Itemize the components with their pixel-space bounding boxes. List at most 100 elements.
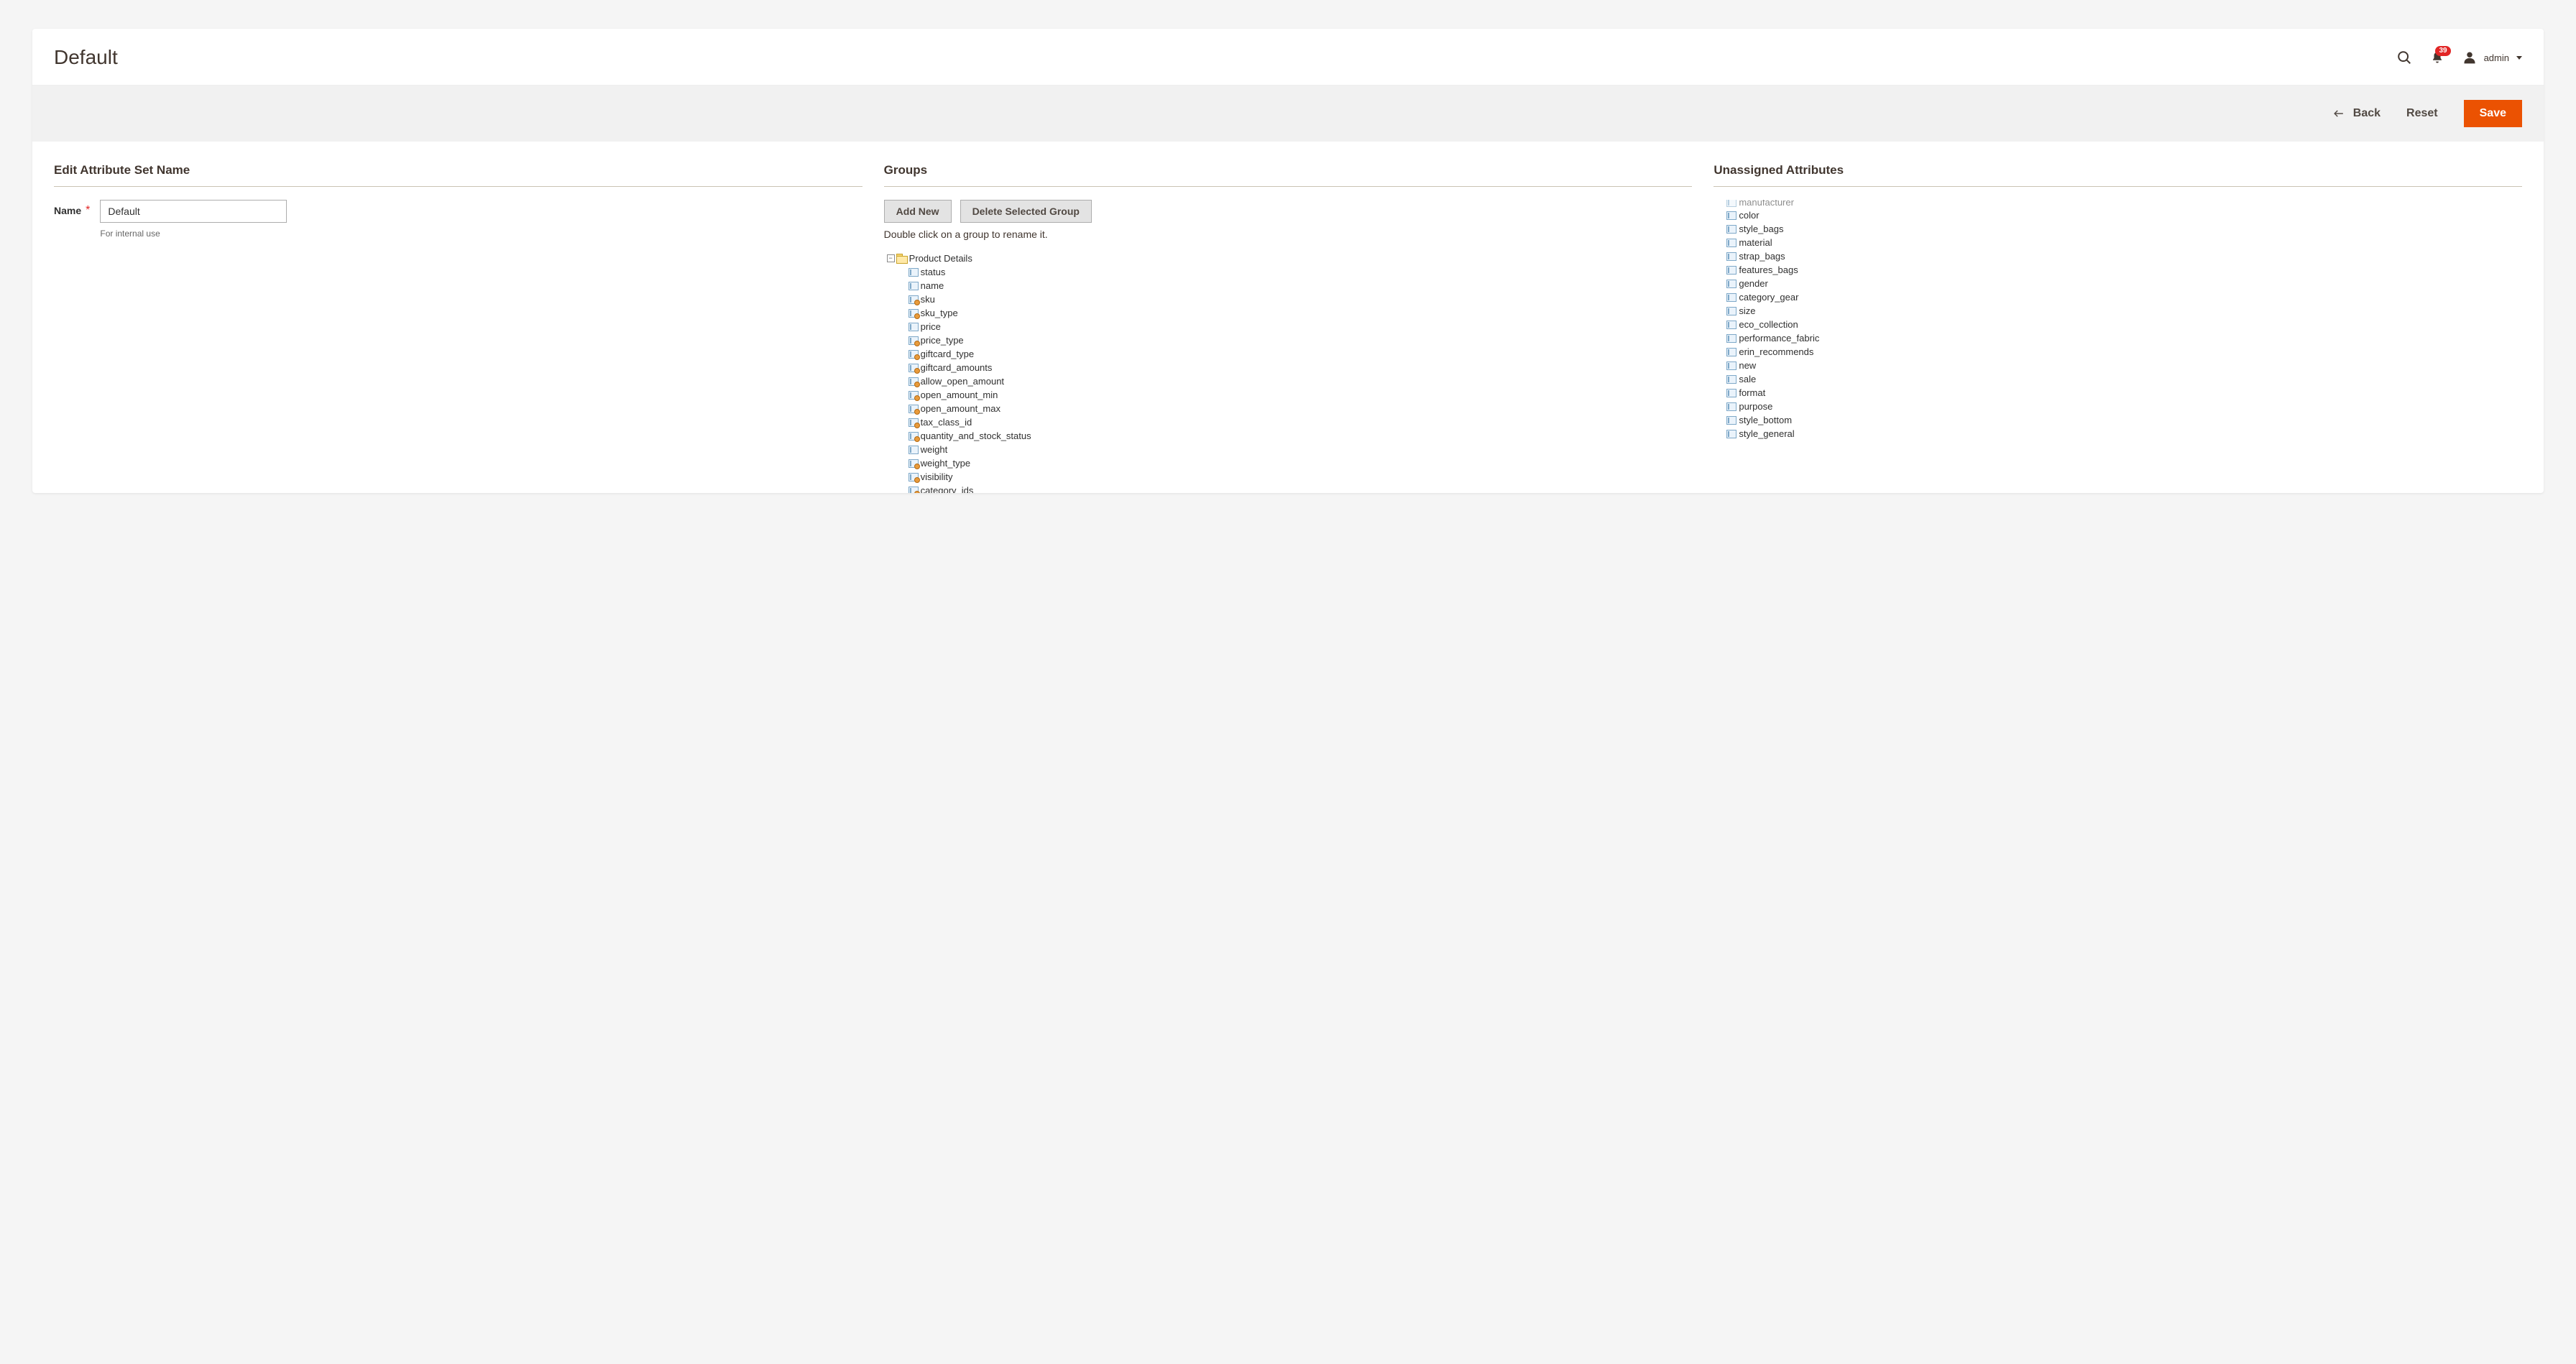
unassigned-item[interactable]: size	[1714, 304, 2512, 318]
scroll-up-icon[interactable]: ▲	[2513, 200, 2522, 210]
tree-leaf[interactable]: weight	[908, 443, 1683, 456]
unassigned-item[interactable]: style_bags	[1714, 222, 2512, 236]
unassigned-item[interactable]: strap_bags	[1714, 249, 2512, 263]
unassigned-item[interactable]: category_gear	[1714, 290, 2512, 304]
attribute-icon	[908, 323, 919, 331]
unassigned-item[interactable]: format	[1714, 386, 2512, 400]
unassigned-item[interactable]: features_bags	[1714, 263, 2512, 277]
back-button[interactable]: Back	[2333, 107, 2380, 120]
attribute-icon	[908, 391, 919, 400]
search-button[interactable]	[2396, 50, 2412, 65]
tree-children: statusnameskusku_typepriceprice_typegift…	[887, 265, 1683, 493]
attribute-icon	[1726, 389, 1736, 397]
unassigned-item[interactable]: style_general	[1714, 427, 2512, 441]
tree-leaf[interactable]: sku	[908, 292, 1683, 306]
tree-group-product-details[interactable]: − Product Details	[887, 253, 1683, 264]
user-menu[interactable]: admin	[2462, 50, 2522, 65]
tree-leaf[interactable]: sku_type	[908, 306, 1683, 320]
unassigned-list: manufacturer colorstyle_bagsmaterialstra…	[1714, 200, 2522, 441]
attribute-label: sku	[921, 293, 935, 305]
tree-leaf[interactable]: status	[908, 265, 1683, 279]
attribute-icon	[1726, 430, 1736, 438]
unassigned-item[interactable]: new	[1714, 359, 2512, 372]
scroll-down-icon[interactable]: ▼	[2513, 431, 2522, 441]
unassigned-label: performance_fabric	[1739, 332, 1819, 344]
name-form-row: Name * For internal use	[54, 200, 862, 239]
unassigned-label: style_bottom	[1739, 414, 1792, 426]
attribute-icon	[908, 459, 919, 468]
scroll-down-icon[interactable]: ▼	[1683, 483, 1692, 493]
groups-hint: Double click on a group to rename it.	[884, 229, 1693, 240]
attribute-icon	[1726, 225, 1736, 234]
unassigned-scrollbar[interactable]: ▲ ▼	[2512, 200, 2522, 441]
groups-scrollbar[interactable]: ▲ ▼	[1682, 252, 1692, 493]
attribute-icon	[908, 295, 919, 304]
unassigned-item[interactable]: sale	[1714, 372, 2512, 386]
attribute-icon	[908, 268, 919, 277]
content-columns: Edit Attribute Set Name Name * For inter…	[32, 142, 2544, 493]
search-icon	[2396, 50, 2412, 65]
unassigned-label: format	[1739, 387, 1765, 399]
attribute-label: price_type	[921, 334, 964, 346]
group-label: Product Details	[909, 253, 972, 264]
unassigned-label: sale	[1739, 373, 1756, 385]
arrow-left-icon	[2333, 109, 2345, 119]
attribute-icon	[908, 282, 919, 290]
tree-leaf[interactable]: visibility	[908, 470, 1683, 484]
unassigned-item[interactable]: performance_fabric	[1714, 331, 2512, 345]
tree-leaf[interactable]: allow_open_amount	[908, 374, 1683, 388]
scroll-up-icon[interactable]: ▲	[1683, 252, 1692, 262]
unassigned-label: color	[1739, 209, 1759, 221]
attribute-icon	[908, 487, 919, 494]
attribute-icon	[908, 473, 919, 481]
attribute-icon	[1726, 348, 1736, 356]
unassigned-item[interactable]: gender	[1714, 277, 2512, 290]
unassigned-item-partial[interactable]: manufacturer	[1714, 200, 2512, 208]
collapse-icon[interactable]: −	[887, 254, 895, 262]
tree-leaf[interactable]: giftcard_amounts	[908, 361, 1683, 374]
attribute-icon	[908, 364, 919, 372]
tree-leaf[interactable]: open_amount_min	[908, 388, 1683, 402]
tree-leaf[interactable]: price_type	[908, 333, 1683, 347]
tree-leaf[interactable]: giftcard_type	[908, 347, 1683, 361]
attribute-label: status	[921, 266, 946, 278]
unassigned-label: style_general	[1739, 428, 1794, 440]
add-new-button[interactable]: Add New	[884, 200, 952, 223]
unassigned-item[interactable]: style_bottom	[1714, 413, 2512, 427]
attribute-label: quantity_and_stock_status	[921, 430, 1031, 442]
tree-leaf[interactable]: tax_class_id	[908, 415, 1683, 429]
name-input-wrap: For internal use	[100, 200, 287, 239]
tree-leaf[interactable]: price	[908, 320, 1683, 333]
unassigned-item[interactable]: purpose	[1714, 400, 2512, 413]
tree-leaf[interactable]: open_amount_max	[908, 402, 1683, 415]
unassigned-item[interactable]: material	[1714, 236, 2512, 249]
unassigned-item[interactable]: erin_recommends	[1714, 345, 2512, 359]
attribute-icon	[1726, 252, 1736, 261]
tree-leaf[interactable]: weight_type	[908, 456, 1683, 470]
attribute-icon	[908, 350, 919, 359]
unassigned-label: material	[1739, 236, 1772, 249]
attribute-label: sku_type	[921, 307, 958, 319]
unassigned-item[interactable]: color	[1714, 208, 2512, 222]
name-input[interactable]	[100, 200, 287, 223]
groups-column: Groups Add New Delete Selected Group Dou…	[884, 163, 1693, 493]
notifications-button[interactable]: 39	[2431, 50, 2444, 65]
save-button[interactable]: Save	[2464, 100, 2522, 127]
unassigned-column: Unassigned Attributes manufacturer color…	[1714, 163, 2522, 493]
attribute-icon	[908, 336, 919, 345]
user-icon	[2462, 50, 2477, 65]
tree-leaf[interactable]: quantity_and_stock_status	[908, 429, 1683, 443]
action-bar: Back Reset Save	[32, 85, 2544, 142]
tree-leaf[interactable]: category_ids	[908, 484, 1683, 493]
unassigned-item[interactable]: eco_collection	[1714, 318, 2512, 331]
tree-leaf[interactable]: name	[908, 279, 1683, 292]
scroll-thumb[interactable]	[1684, 262, 1690, 348]
attribute-icon	[908, 309, 919, 318]
reset-button[interactable]: Reset	[2406, 107, 2438, 120]
unassigned-label: gender	[1739, 277, 1767, 290]
attribute-label: open_amount_min	[921, 389, 998, 401]
page-title: Default	[54, 46, 118, 69]
scroll-thumb[interactable]	[2514, 210, 2521, 431]
delete-selected-button[interactable]: Delete Selected Group	[960, 200, 1092, 223]
name-label: Name	[54, 205, 81, 216]
